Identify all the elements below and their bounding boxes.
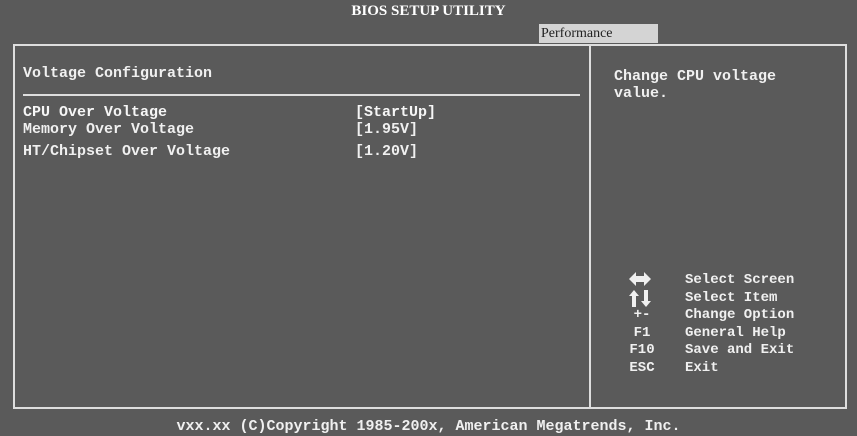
setting-label: Memory Over Voltage xyxy=(23,121,195,138)
setting-value[interactable]: [1.95V] xyxy=(355,121,418,138)
key-description: Save and Exit xyxy=(685,342,795,358)
setting-value[interactable]: [1.20V] xyxy=(355,143,418,160)
key-legend: Select Screen Select Item +- Change Opti… xyxy=(612,272,842,377)
key-legend-row: F1 General Help xyxy=(612,325,842,343)
key-legend-row: Select Item xyxy=(612,289,842,308)
key-description: Select Screen xyxy=(685,272,795,288)
key-label: +- xyxy=(633,307,651,323)
key-legend-row: F10 Save and Exit xyxy=(612,342,842,360)
section-divider xyxy=(23,94,580,96)
tab-performance[interactable]: Performance xyxy=(539,24,658,43)
key-label: F1 xyxy=(633,324,651,341)
help-text: Change CPU voltage value. xyxy=(614,68,777,102)
key-legend-row: Select Screen xyxy=(612,272,842,290)
key-label: F10 xyxy=(629,342,655,358)
key-description: Select Item xyxy=(685,289,778,306)
bios-title: BIOS SETUP UTILITY xyxy=(351,3,506,19)
copyright-footer: vxx.xx (C)Copyright 1985-200x, American … xyxy=(176,418,681,435)
key-description: General Help xyxy=(685,324,786,341)
setting-value[interactable]: [StartUp] xyxy=(355,104,436,121)
setting-label: CPU Over Voltage xyxy=(23,104,168,121)
setting-label: HT/Chipset Over Voltage xyxy=(23,143,231,160)
key-description: Exit xyxy=(685,359,719,376)
key-label: ESC xyxy=(629,359,655,376)
key-legend-row: +- Change Option xyxy=(612,307,842,325)
settings-panel xyxy=(15,46,591,407)
section-title: Voltage Configuration xyxy=(23,65,213,82)
left-right-arrow-icon xyxy=(629,272,651,291)
key-legend-row: ESC Exit xyxy=(612,360,842,378)
key-description: Change Option xyxy=(685,307,795,323)
